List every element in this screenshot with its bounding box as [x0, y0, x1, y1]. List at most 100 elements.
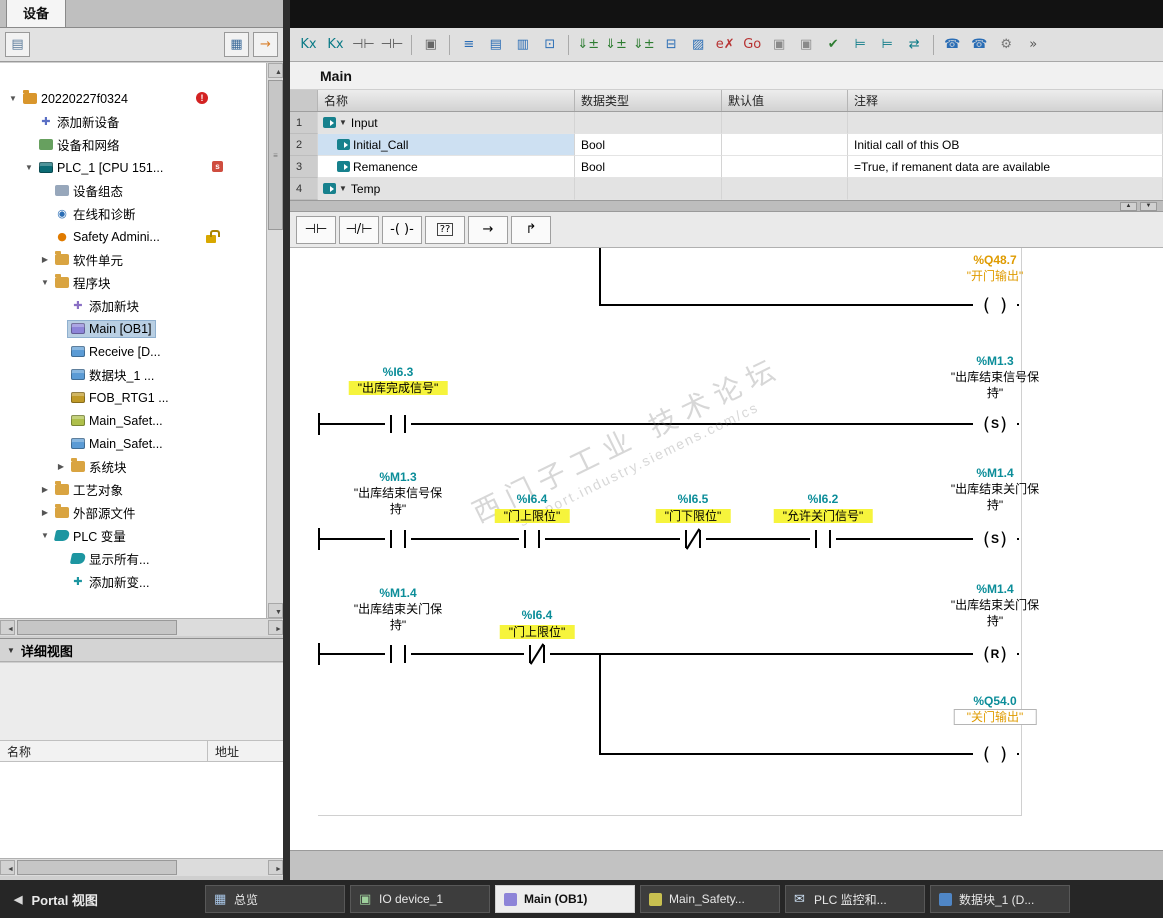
scroll-up-icon[interactable]: ▲ — [268, 63, 283, 78]
operand-address[interactable]: %I6.3 — [383, 365, 414, 380]
ladder-coil-set[interactable]: (S) — [973, 413, 1017, 435]
table-row-0[interactable]: 1▼Input — [290, 112, 1163, 134]
scroll-right-icon[interactable]: ► — [268, 620, 283, 635]
go-online-icon[interactable]: Go — [740, 32, 765, 58]
tree-item-4[interactable]: 设备组态 — [0, 179, 266, 202]
detail-toggle-icon[interactable]: ▦ — [224, 32, 249, 57]
operand-name[interactable]: "关门输出" — [954, 710, 1037, 725]
ladder-contact-no[interactable] — [810, 530, 836, 548]
insert-no-contact-icon[interactable]: ⊣⊢ — [296, 216, 336, 244]
tree-item-9[interactable]: ✚添加新块 — [0, 294, 266, 317]
expand-arrow-icon[interactable]: ▶ — [38, 255, 52, 264]
taskbar-button-1[interactable]: ▣IO device_1 — [350, 885, 490, 913]
insert-network-icon[interactable]: Kx — [296, 32, 321, 58]
snapshot-icon[interactable]: ▣ — [767, 32, 792, 58]
card-view-icon[interactable]: ▤ — [5, 32, 30, 57]
taskbar-button-2[interactable]: Main (OB1) — [495, 885, 635, 913]
operand-name[interactable]: "开门输出" — [967, 269, 1024, 284]
ladder-contact-nc[interactable] — [680, 530, 706, 548]
download-all-icon[interactable]: ⇓± — [631, 32, 657, 58]
table-row-2[interactable]: 3RemanenceBool=True, if remanent data ar… — [290, 156, 1163, 178]
tree-item-17[interactable]: ▶工艺对象 — [0, 478, 266, 501]
collapse-arrow-icon[interactable]: ▼ — [7, 646, 15, 655]
tree-vertical-scrollbar[interactable]: ▲ ≡ ▼ — [266, 63, 283, 618]
operand-name[interactable]: 持" — [987, 614, 1003, 629]
tree-horizontal-scrollbar[interactable]: ◄ ► — [0, 618, 283, 636]
header-default[interactable]: 默认值 — [722, 90, 848, 111]
cell-default[interactable] — [722, 134, 848, 156]
scrollbar-thumb[interactable] — [17, 620, 177, 635]
operand-address[interactable]: %I6.5 — [678, 492, 709, 507]
operand-name[interactable]: "允许关门信号" — [774, 509, 873, 524]
settings-icon[interactable]: ⚙ — [994, 32, 1019, 58]
tree-item-1[interactable]: ✚添加新设备 — [0, 110, 266, 133]
tree-item-20[interactable]: 显示所有... — [0, 547, 266, 570]
operand-address[interactable]: %Q48.7 — [973, 253, 1016, 268]
operand-address[interactable]: %M1.3 — [379, 470, 416, 485]
cell-default[interactable] — [722, 156, 848, 178]
open-in-editor-icon[interactable]: → — [253, 32, 278, 57]
tree-item-7[interactable]: ▶软件单元 — [0, 248, 266, 271]
operand-name[interactable]: "门上限位" — [500, 625, 575, 640]
scroll-down-icon[interactable]: ▼ — [1140, 202, 1157, 211]
operand-name[interactable]: 持" — [987, 498, 1003, 513]
cell-comment[interactable]: =True, if remanent data are available — [848, 156, 1163, 178]
cell-name[interactable]: Initial_Call — [318, 134, 575, 156]
header-datatype[interactable]: 数据类型 — [575, 90, 722, 111]
operand-address[interactable]: %I6.4 — [522, 608, 553, 623]
expand-arrow-icon[interactable]: ▶ — [38, 508, 52, 517]
expand-networks-icon[interactable]: ≡ — [456, 32, 481, 58]
tree-item-3[interactable]: ▼PLC_1 [CPU 151...s — [0, 156, 266, 179]
scroll-down-icon[interactable]: ▼ — [268, 603, 283, 618]
tree-item-14[interactable]: Main_Safet... — [0, 409, 266, 432]
fbd-view-icon[interactable]: ⊣⊢ — [379, 32, 406, 58]
toolbar-overflow-icon[interactable]: » — [1021, 32, 1046, 58]
scroll-right-icon[interactable]: ► — [268, 860, 283, 875]
monitor-all-icon[interactable]: ⊨ — [875, 32, 900, 58]
collapse-arrow-icon[interactable]: ▼ — [339, 118, 347, 127]
cell-datatype[interactable] — [575, 112, 722, 134]
absolute-operands-icon[interactable]: ▥ — [510, 32, 535, 58]
ladder-contact-no[interactable] — [385, 530, 411, 548]
cell-comment[interactable] — [848, 178, 1163, 200]
cell-datatype[interactable]: Bool — [575, 134, 722, 156]
ladder-contact-nc[interactable] — [524, 645, 550, 663]
collapse-arrow-icon[interactable]: ▼ — [38, 531, 52, 540]
cell-name[interactable]: ▼Input — [318, 112, 575, 134]
expand-arrow-icon[interactable]: ▶ — [54, 462, 68, 471]
snapshot-apply-icon[interactable]: ▣ — [794, 32, 819, 58]
operand-address[interactable]: %Q54.0 — [973, 694, 1016, 709]
operand-name[interactable]: "门上限位" — [495, 509, 570, 524]
operand-address[interactable]: %I6.2 — [808, 492, 839, 507]
collapse-networks-icon[interactable]: ▤ — [483, 32, 508, 58]
delete-network-icon[interactable]: Kx — [323, 32, 348, 58]
panel-splitter[interactable] — [283, 0, 290, 880]
cell-name[interactable]: Remanence — [318, 156, 575, 178]
assignment-list-icon[interactable]: ☎ — [967, 32, 992, 58]
network-comments-icon[interactable]: ⊡ — [537, 32, 562, 58]
header-comment[interactable]: 注释 — [848, 90, 1163, 111]
tree-item-0[interactable]: ▼20220227f0324! — [0, 87, 266, 110]
operand-address[interactable]: %M1.4 — [379, 586, 416, 601]
cell-comment[interactable]: Initial call of this OB — [848, 134, 1163, 156]
download-hardware-icon[interactable]: ⇓± — [603, 32, 629, 58]
collapse-arrow-icon[interactable]: ▼ — [6, 94, 20, 103]
tree-item-21[interactable]: ✚添加新变... — [0, 570, 266, 593]
tree-item-13[interactable]: FOB_RTG1 ... — [0, 386, 266, 409]
close-branch-icon[interactable]: ↱ — [511, 216, 551, 244]
operand-address[interactable]: %M1.4 — [976, 582, 1013, 597]
sync-online-icon[interactable]: ⇄ — [902, 32, 927, 58]
ladder-coil[interactable]: () — [973, 294, 1017, 316]
call-structure-icon[interactable]: ☎ — [940, 32, 965, 58]
tree-item-15[interactable]: Main_Safet... — [0, 432, 266, 455]
operand-name[interactable]: "出库结束关门保 — [354, 602, 442, 617]
portal-view-button[interactable]: ◀ Portal 视图 — [0, 890, 205, 909]
cell-datatype[interactable]: Bool — [575, 156, 722, 178]
tree-item-18[interactable]: ▶外部源文件 — [0, 501, 266, 524]
cell-comment[interactable] — [848, 112, 1163, 134]
header-name[interactable]: 名称 — [318, 90, 575, 111]
tree-item-12[interactable]: 数据块_1 ... — [0, 363, 266, 386]
expand-arrow-icon[interactable]: ▶ — [38, 485, 52, 494]
scroll-up-icon[interactable]: ▲ — [1120, 202, 1137, 211]
table-row-1[interactable]: 2Initial_CallBoolInitial call of this OB — [290, 134, 1163, 156]
